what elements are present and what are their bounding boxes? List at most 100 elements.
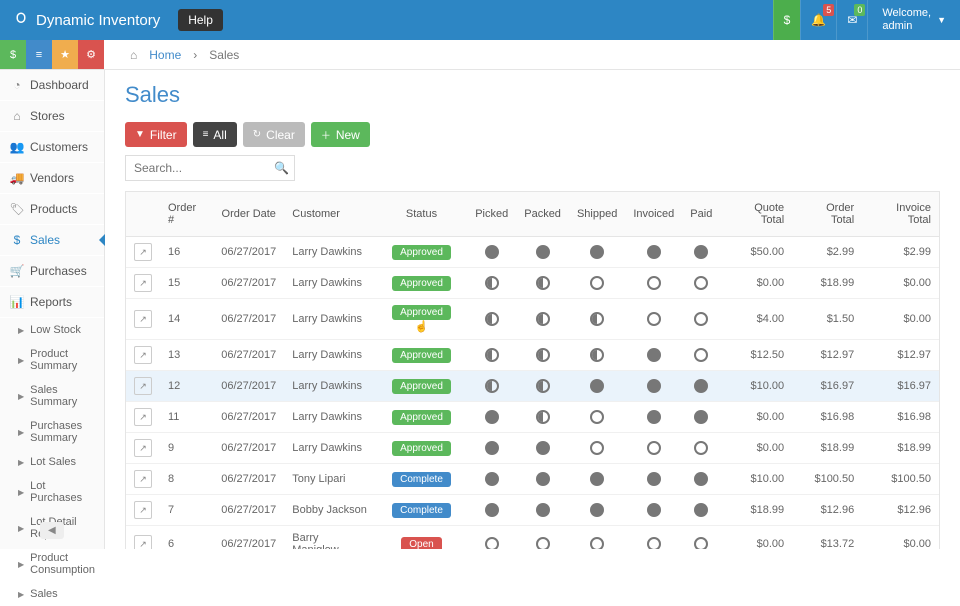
edit-row-button[interactable]: ↗	[134, 535, 152, 549]
messages-button[interactable]: ✉ 0	[836, 0, 867, 40]
edit-row-button[interactable]: ↗	[134, 501, 152, 519]
filter-button[interactable]: ▼Filter	[125, 122, 187, 147]
cell-customer: Larry Dawkins	[284, 299, 376, 340]
refresh-icon: ↻	[253, 129, 261, 140]
report-link[interactable]: ▶Product Summary	[0, 342, 104, 378]
table-row[interactable]: ↗606/27/2017Barry ManiglowOpen$0.00$13.7…	[126, 526, 939, 550]
user-menu[interactable]: Welcome, admin ▼	[867, 0, 960, 40]
help-button[interactable]: Help	[178, 9, 223, 31]
quick-action-2[interactable]: ≡	[26, 40, 52, 69]
col-customer[interactable]: Customer	[284, 192, 376, 237]
cell-order-total: $18.99	[792, 268, 862, 299]
cell-order: 13	[160, 340, 213, 371]
list-icon: ≡	[203, 129, 209, 140]
edit-row-button[interactable]: ↗	[134, 243, 152, 261]
col-order-[interactable]: Order #	[160, 192, 213, 237]
table-row[interactable]: ↗1406/27/2017Larry DawkinsApproved ☝$4.0…	[126, 299, 939, 340]
currency-button[interactable]: $	[773, 0, 801, 40]
report-label: Sales	[30, 588, 58, 600]
messages-badge: 0	[854, 4, 865, 16]
sidebar-item-customers[interactable]: 👥Customers	[0, 132, 104, 163]
cell-invoice-total: $0.00	[862, 526, 939, 550]
table-row[interactable]: ↗1106/27/2017Larry DawkinsApproved$0.00$…	[126, 402, 939, 433]
col-order-date[interactable]: Order Date	[213, 192, 284, 237]
cell-quote: $0.00	[720, 268, 792, 299]
brand[interactable]: Dynamic Inventory	[0, 11, 172, 29]
status-badge: Complete	[392, 503, 451, 518]
quick-action-3[interactable]: ★	[52, 40, 78, 69]
notifications-button[interactable]: 🔔 5	[800, 0, 836, 40]
search-icon[interactable]: 🔍	[274, 161, 289, 175]
col-edit[interactable]	[126, 192, 160, 237]
table-row[interactable]: ↗1606/27/2017Larry DawkinsApproved$50.00…	[126, 237, 939, 268]
col-status[interactable]: Status	[376, 192, 467, 237]
sidebar-item-products[interactable]: 🏷Products	[0, 194, 104, 225]
col-paid[interactable]: Paid	[682, 192, 720, 237]
edit-row-button[interactable]: ↗	[134, 470, 152, 488]
report-link[interactable]: ▶Product Consumption	[0, 546, 104, 582]
breadcrumb-home[interactable]: Home	[149, 48, 181, 62]
edit-row-button[interactable]: ↗	[134, 274, 152, 292]
status-dot	[485, 410, 499, 424]
report-label: Product Summary	[30, 348, 96, 372]
cell-order-total: $12.97	[792, 340, 862, 371]
sidebar-collapse-button[interactable]: ◀	[40, 522, 64, 539]
table-row[interactable]: ↗1306/27/2017Larry DawkinsApproved$12.50…	[126, 340, 939, 371]
edit-row-button[interactable]: ↗	[134, 346, 152, 364]
col-picked[interactable]: Picked	[467, 192, 516, 237]
cell-date: 06/27/2017	[213, 464, 284, 495]
table-row[interactable]: ↗706/27/2017Bobby JacksonComplete$18.99$…	[126, 495, 939, 526]
table-row[interactable]: ↗906/27/2017Larry DawkinsApproved$0.00$1…	[126, 433, 939, 464]
col-invoice-total[interactable]: Invoice Total	[862, 192, 939, 237]
cell-order: 14	[160, 299, 213, 340]
cell-order-total: $16.98	[792, 402, 862, 433]
edit-row-button[interactable]: ↗	[134, 439, 152, 457]
cell-invoice-total: $12.96	[862, 495, 939, 526]
report-link[interactable]: ▶Lot Sales	[0, 450, 104, 474]
report-link[interactable]: ▶Purchases Summary	[0, 414, 104, 450]
sidebar-item-dashboard[interactable]: ◔Dashboard	[0, 70, 104, 101]
new-button[interactable]: ＋New	[311, 122, 370, 147]
cell-invoice-total: $0.00	[862, 268, 939, 299]
all-button[interactable]: ≡All	[193, 122, 237, 147]
sidebar-item-stores[interactable]: ⌂Stores	[0, 101, 104, 132]
status-dot	[536, 472, 550, 486]
quick-action-1[interactable]: $	[0, 40, 26, 69]
cell-date: 06/27/2017	[213, 268, 284, 299]
sidebar-item-reports[interactable]: 📊Reports	[0, 287, 104, 318]
report-link[interactable]: ▶Low Stock	[0, 318, 104, 342]
filter-icon: ▼	[135, 129, 145, 140]
col-invoiced[interactable]: Invoiced	[625, 192, 682, 237]
status-dot	[536, 441, 550, 455]
status-dot	[590, 472, 604, 486]
col-shipped[interactable]: Shipped	[569, 192, 625, 237]
status-badge: Approved	[392, 305, 451, 320]
status-dot	[485, 441, 499, 455]
cell-date: 06/27/2017	[213, 495, 284, 526]
col-quote-total[interactable]: Quote Total	[720, 192, 792, 237]
report-link[interactable]: ▶Sales Summary	[0, 378, 104, 414]
cell-customer: Larry Dawkins	[284, 433, 376, 464]
quick-action-4[interactable]: ⚙	[78, 40, 104, 69]
report-link[interactable]: ▶Lot Purchases	[0, 474, 104, 510]
col-order-total[interactable]: Order Total	[792, 192, 862, 237]
sidebar-item-vendors[interactable]: 🚚Vendors	[0, 163, 104, 194]
edit-row-button[interactable]: ↗	[134, 408, 152, 426]
search-input[interactable]	[125, 155, 295, 181]
table-row[interactable]: ↗1206/27/2017Larry DawkinsApproved$10.00…	[126, 371, 939, 402]
edit-row-button[interactable]: ↗	[134, 310, 152, 328]
table-row[interactable]: ↗1506/27/2017Larry DawkinsApproved$0.00$…	[126, 268, 939, 299]
edit-row-button[interactable]: ↗	[134, 377, 152, 395]
status-dot	[647, 312, 661, 326]
report-link[interactable]: ▶Sales	[0, 582, 104, 606]
cell-invoice-total: $18.99	[862, 433, 939, 464]
table-row[interactable]: ↗806/27/2017Tony LipariComplete$10.00$10…	[126, 464, 939, 495]
col-packed[interactable]: Packed	[516, 192, 569, 237]
caret-right-icon: ▶	[18, 488, 24, 497]
cell-customer: Barry Maniglow	[284, 526, 376, 550]
sidebar-item-purchases[interactable]: 🛒Purchases	[0, 256, 104, 287]
clear-button[interactable]: ↻Clear	[243, 122, 305, 147]
sidebar-item-sales[interactable]: $Sales	[0, 225, 104, 256]
cell-order-total: $12.96	[792, 495, 862, 526]
status-badge: Approved	[392, 348, 451, 363]
